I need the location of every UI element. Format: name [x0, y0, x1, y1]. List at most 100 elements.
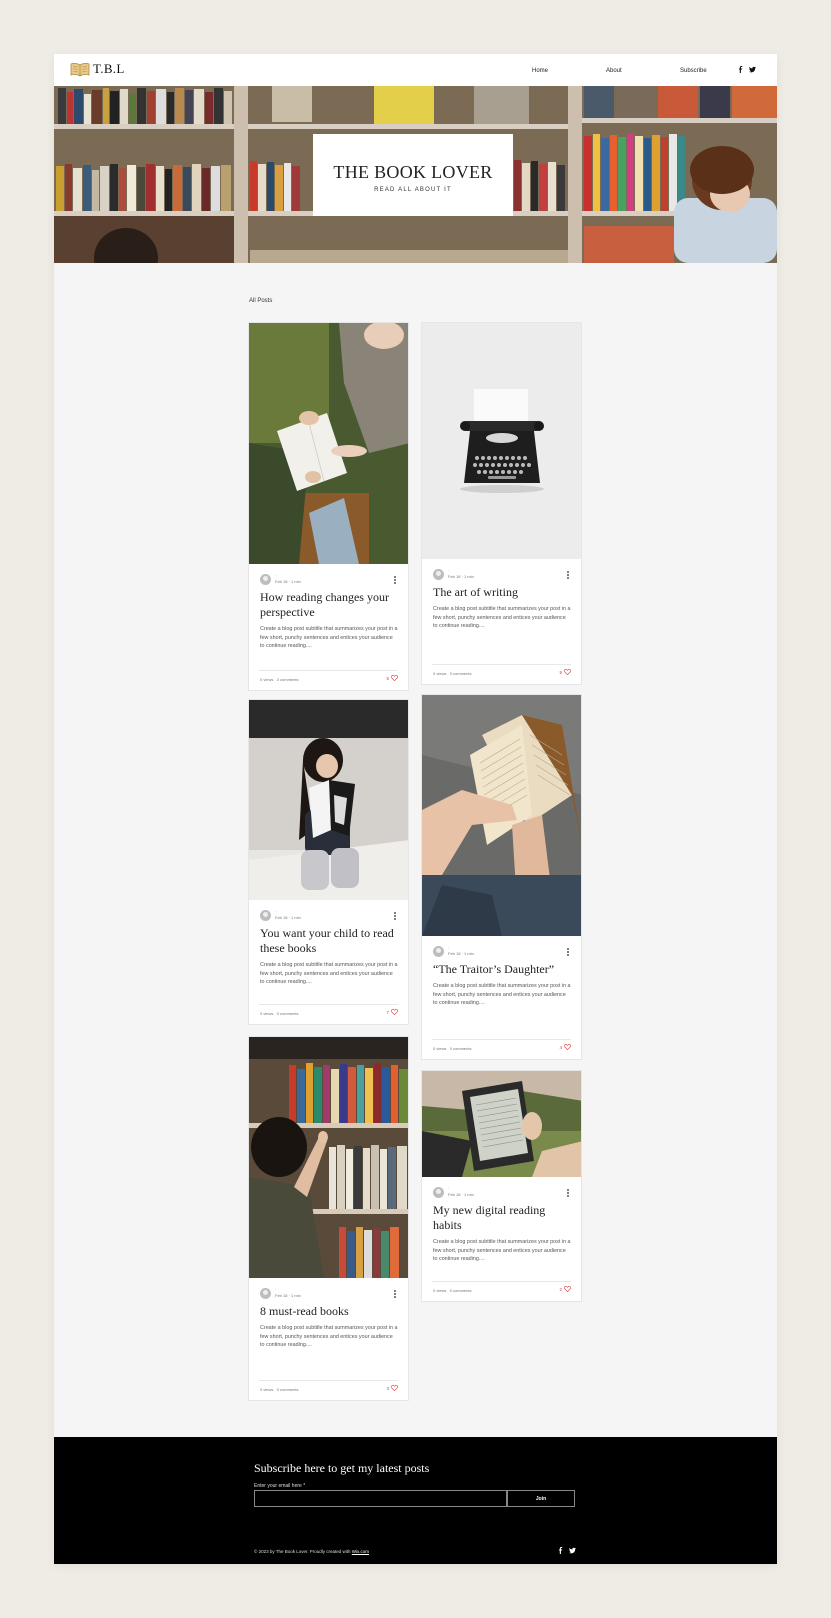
wix-link[interactable]: Wix.com	[352, 1549, 369, 1554]
post-stats: 0 views 0 comments 4	[432, 1039, 571, 1053]
more-options-icon[interactable]	[567, 948, 569, 956]
post-stats: 0 views 0 comments 9	[432, 664, 571, 678]
like-button[interactable]: 7	[386, 1009, 398, 1015]
post-excerpt[interactable]: Create a blog post subtitle that summari…	[422, 1233, 581, 1264]
facebook-icon[interactable]	[737, 66, 744, 73]
author-avatar[interactable]	[433, 1187, 444, 1198]
ereader-photo[interactable]	[422, 1071, 581, 1177]
blog-post-card[interactable]: · Feb 18 · 1 min “The Traitor’s Daughter…	[421, 694, 582, 1060]
like-button[interactable]: 4	[559, 1044, 571, 1050]
author-name[interactable]: ·	[275, 573, 276, 578]
post-title[interactable]: “The Traitor’s Daughter”	[422, 958, 581, 977]
nav-home[interactable]: Home	[532, 68, 548, 74]
heart-icon	[391, 1009, 398, 1015]
post-date-readtime: Feb 18 · 1 min	[448, 951, 474, 956]
heart-icon	[391, 675, 398, 681]
blog-post-card[interactable]: · Feb 18 · 1 min How reading changes you…	[248, 322, 409, 691]
more-options-icon[interactable]	[567, 1189, 569, 1197]
heart-icon	[564, 1044, 571, 1050]
heart-icon	[564, 669, 571, 675]
views-comments: 0 views 0 comments	[260, 1387, 299, 1392]
blog-post-card[interactable]: · Feb 18 · 1 min You want your child to …	[248, 699, 409, 1025]
blog-post-card[interactable]: · Feb 18 · 1 min The art of writing Crea…	[421, 322, 582, 685]
author-name[interactable]: ·	[448, 945, 449, 950]
post-excerpt[interactable]: Create a blog post subtitle that summari…	[422, 600, 581, 631]
more-options-icon[interactable]	[394, 1290, 396, 1298]
views-comments: 0 views 0 comments	[433, 1288, 472, 1293]
author-avatar[interactable]	[433, 946, 444, 957]
like-button[interactable]: 2	[559, 1286, 571, 1292]
post-excerpt[interactable]: Create a blog post subtitle that summari…	[249, 956, 408, 987]
nav-about[interactable]: About	[606, 68, 622, 74]
author-avatar[interactable]	[260, 574, 271, 585]
post-meta: · Feb 18 · 1 min	[422, 1177, 581, 1199]
views-comments: 0 views 0 comments	[433, 671, 472, 676]
blog-post-card[interactable]: · Feb 18 · 1 min 8 must-read books Creat…	[248, 1036, 409, 1401]
child-reading-photo[interactable]	[249, 700, 408, 900]
author-avatar[interactable]	[260, 1288, 271, 1299]
more-options-icon[interactable]	[394, 576, 396, 584]
open-book-logo-icon	[70, 62, 90, 76]
author-name[interactable]: ·	[275, 909, 276, 914]
site-header: T.B.L Home About Subscribe	[54, 54, 777, 86]
nav-subscribe[interactable]: Subscribe	[680, 68, 707, 74]
author-name[interactable]: ·	[448, 1186, 449, 1191]
twitter-icon[interactable]	[569, 1547, 576, 1554]
post-meta: · Feb 18 · 1 min	[422, 559, 581, 581]
page: T.B.L Home About Subscribe THE BOOK LOVE…	[54, 54, 777, 1564]
twitter-icon[interactable]	[749, 66, 756, 73]
views-comments: 0 views 0 comments	[433, 1046, 472, 1051]
copyright-text: © 2023 by The Book Lover. Proudly create…	[254, 1549, 370, 1554]
join-button[interactable]: Join	[507, 1490, 575, 1507]
hero-subtitle: READ ALL ABOUT IT	[374, 187, 452, 193]
author-avatar[interactable]	[260, 910, 271, 921]
post-stats: 0 views 0 comments 7	[259, 1004, 398, 1018]
post-title[interactable]: How reading changes your perspective	[249, 586, 408, 620]
author-avatar[interactable]	[433, 569, 444, 580]
post-excerpt[interactable]: Create a blog post subtitle that summari…	[249, 1319, 408, 1350]
heart-icon	[564, 1286, 571, 1292]
all-posts-link[interactable]: All Posts	[249, 298, 272, 304]
facebook-icon[interactable]	[557, 1547, 564, 1554]
hero-banner: THE BOOK LOVER READ ALL ABOUT IT	[54, 86, 777, 263]
author-name[interactable]: ·	[448, 568, 449, 573]
views-comments: 0 views 0 comments	[260, 677, 299, 682]
blog-post-card[interactable]: · Feb 18 · 1 min My new digital reading …	[421, 1070, 582, 1302]
hands-passing-book-photo[interactable]	[249, 323, 408, 564]
author-name[interactable]: ·	[275, 1287, 276, 1292]
post-date-readtime: Feb 18 · 1 min	[275, 915, 301, 920]
post-excerpt[interactable]: Create a blog post subtitle that summari…	[249, 620, 408, 651]
post-title[interactable]: My new digital reading habits	[422, 1199, 581, 1233]
post-excerpt[interactable]: Create a blog post subtitle that summari…	[422, 977, 581, 1008]
typewriter-photo[interactable]	[422, 323, 581, 559]
email-label: Enter your email here *	[254, 1483, 306, 1489]
post-meta: · Feb 18 · 1 min	[422, 936, 581, 958]
post-stats: 0 views 0 comments 3	[259, 1380, 398, 1394]
header-social	[737, 66, 756, 73]
hero-title: THE BOOK LOVER	[333, 162, 493, 182]
like-button[interactable]: 3	[386, 1385, 398, 1391]
post-meta: · Feb 18 · 1 min	[249, 900, 408, 922]
site-logo[interactable]: T.B.L	[70, 61, 125, 77]
post-meta: · Feb 18 · 1 min	[249, 564, 408, 586]
post-title[interactable]: 8 must-read books	[249, 1300, 408, 1319]
more-options-icon[interactable]	[567, 571, 569, 579]
subscribe-heading: Subscribe here to get my latest posts	[254, 1461, 430, 1475]
site-footer: Subscribe here to get my latest posts En…	[54, 1437, 777, 1564]
post-date-readtime: Feb 18 · 1 min	[275, 1293, 301, 1298]
post-title[interactable]: The art of writing	[422, 581, 581, 600]
post-meta: · Feb 18 · 1 min	[249, 1278, 408, 1300]
more-options-icon[interactable]	[394, 912, 396, 920]
post-stats: 0 views 0 comments 2	[432, 1281, 571, 1295]
open-book-photo[interactable]	[422, 695, 581, 936]
like-button[interactable]: 9	[559, 669, 571, 675]
hero-title-box: THE BOOK LOVER READ ALL ABOUT IT	[313, 134, 513, 216]
post-title[interactable]: You want your child to read these books	[249, 922, 408, 956]
logo-text: T.B.L	[93, 61, 125, 76]
post-date-readtime: Feb 18 · 1 min	[448, 1192, 474, 1197]
like-button[interactable]: 5	[386, 675, 398, 681]
heart-icon	[391, 1385, 398, 1391]
bookshelf-photo[interactable]	[249, 1037, 408, 1278]
email-input[interactable]	[254, 1490, 507, 1507]
post-stats: 0 views 0 comments 5	[259, 670, 398, 684]
